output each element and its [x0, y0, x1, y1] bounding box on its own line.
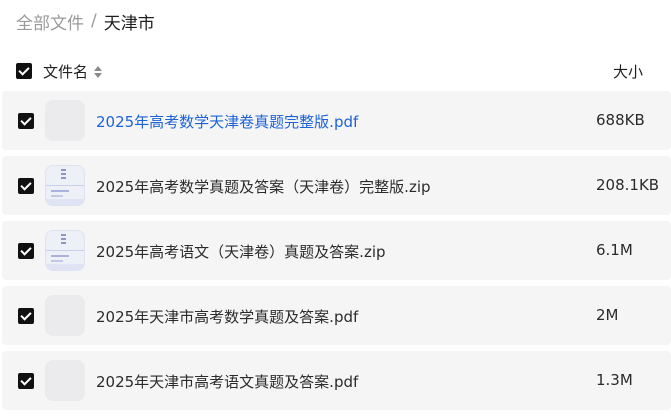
file-name[interactable]: 2025年天津市高考数学真题及答案.pdf: [96, 306, 358, 327]
file-checkbox[interactable]: [18, 113, 34, 129]
zip-archive-icon: [45, 230, 85, 271]
file-row[interactable]: 2025年高考数学真题及答案（天津卷）完整版.zip 208.1KB: [2, 156, 671, 215]
sort-up-down-icon: [94, 65, 103, 78]
file-checkbox[interactable]: [18, 308, 34, 324]
file-size: 1.3M: [596, 371, 633, 389]
file-row[interactable]: 2025年高考语文（天津卷）真题及答案.zip 6.1M: [2, 221, 671, 280]
file-size: 6.1M: [596, 241, 633, 259]
breadcrumb-current: 天津市: [103, 13, 155, 34]
sort-by-name-button[interactable]: 文件名: [43, 61, 103, 82]
file-name[interactable]: 2025年高考语文（天津卷）真题及答案.zip: [96, 241, 386, 262]
file-list: 2025年高考数学天津卷真题完整版.pdf 688KB 2025年高考数学真题及…: [2, 91, 671, 416]
file-size: 2M: [596, 306, 619, 324]
file-name-link[interactable]: 2025年高考数学天津卷真题完整版.pdf: [96, 111, 358, 132]
file-size: 208.1KB: [596, 176, 660, 194]
file-checkbox[interactable]: [18, 373, 34, 389]
file-row[interactable]: 2025年高考数学天津卷真题完整版.pdf 688KB: [2, 91, 671, 150]
column-header-name: 文件名: [43, 63, 89, 81]
breadcrumb-root-link[interactable]: 全部文件: [16, 9, 84, 34]
column-header-size: 大小: [613, 63, 644, 81]
file-size: 688KB: [596, 111, 645, 129]
breadcrumb: 全部文件 / 天津市: [16, 8, 155, 34]
pdf-file-thumbnail-icon: [45, 360, 85, 401]
select-all-checkbox[interactable]: [16, 63, 32, 79]
file-list-header: 文件名 大小: [0, 56, 671, 86]
file-name[interactable]: 2025年高考数学真题及答案（天津卷）完整版.zip: [96, 176, 431, 197]
file-row[interactable]: 2025年天津市高考数学真题及答案.pdf 2M: [2, 286, 671, 345]
breadcrumb-separator: /: [91, 11, 97, 31]
file-name[interactable]: 2025年天津市高考语文真题及答案.pdf: [96, 371, 358, 392]
file-row[interactable]: 2025年天津市高考语文真题及答案.pdf 1.3M: [2, 351, 671, 410]
zip-archive-icon: [45, 165, 85, 206]
file-checkbox[interactable]: [18, 178, 34, 194]
pdf-file-thumbnail-icon: [45, 295, 85, 336]
file-checkbox[interactable]: [18, 243, 34, 259]
pdf-file-thumbnail-icon: [45, 100, 85, 141]
